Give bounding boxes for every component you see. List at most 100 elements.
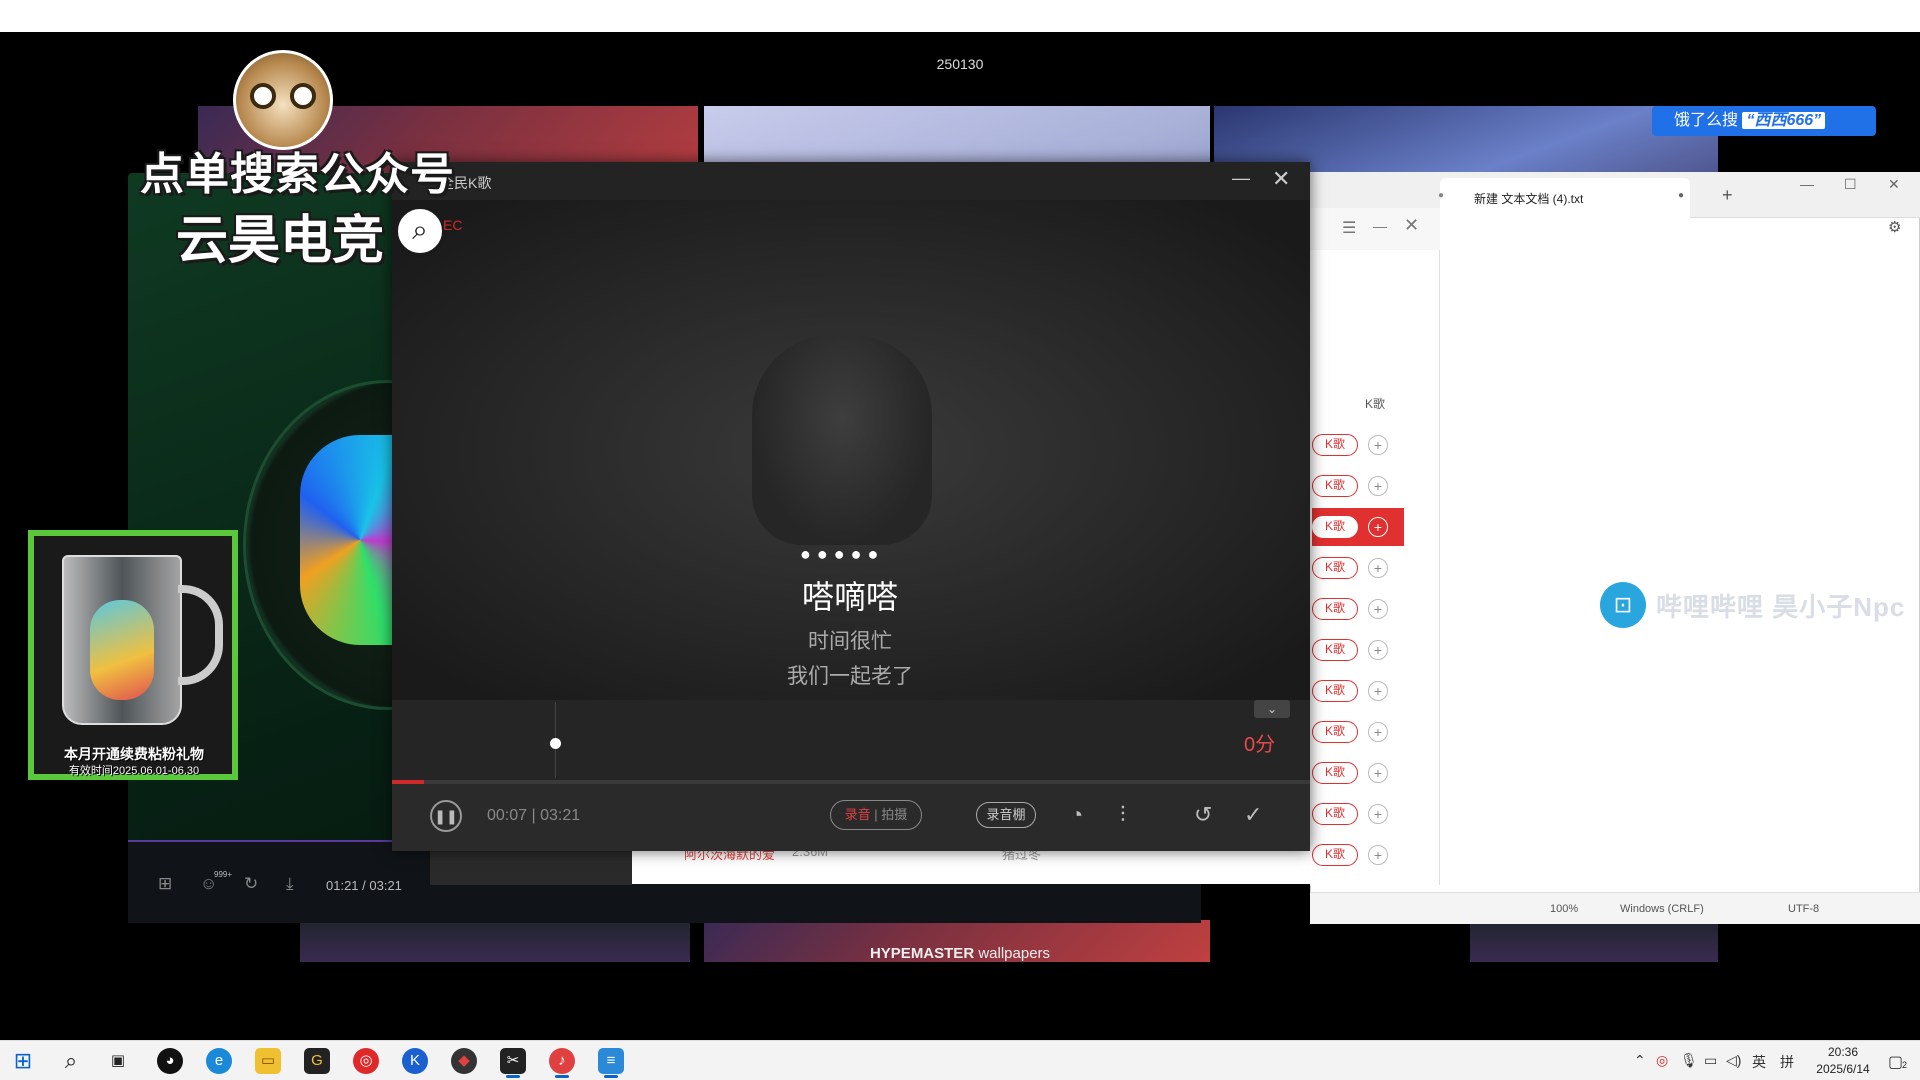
promo-line-2: 云昊电竞 (176, 212, 385, 270)
file-explorer-icon[interactable]: ▭ (255, 1048, 281, 1074)
add-icon[interactable]: + (1368, 599, 1388, 619)
app-g-icon[interactable]: G (304, 1048, 330, 1074)
bilibili-watermark: ⊡ 哔哩哔哩 昊小子Npc (1600, 582, 1905, 628)
menu-icon[interactable]: ☰ (1342, 218, 1356, 238)
song-row: K歌 + (1312, 760, 1402, 788)
k-sing-button[interactable]: K歌 (1312, 516, 1358, 538)
score: 0分 (1244, 734, 1276, 756)
add-icon[interactable]: + (1368, 640, 1388, 660)
add-icon[interactable]: + (1368, 722, 1388, 742)
tray-netease-icon[interactable]: ◎ (1656, 1052, 1668, 1069)
k-sing-button[interactable]: K歌 (1312, 434, 1358, 456)
player-time: 01:21 / 03:21 (326, 878, 402, 893)
add-icon[interactable]: + (1368, 804, 1388, 824)
countdown-dots: ●●●●● (800, 544, 885, 564)
song-row: K歌 + (1312, 596, 1402, 624)
qq-icon[interactable]: ◕ (157, 1048, 183, 1074)
rec-badge: EC (443, 217, 463, 233)
netease-music-icon[interactable]: ◎ (353, 1048, 379, 1074)
add-icon[interactable]: + (1368, 517, 1388, 537)
windows-start-icon[interactable]: ⊞ (10, 1048, 36, 1074)
k-sing-button[interactable]: K歌 (1312, 557, 1358, 579)
add-icon[interactable]: + (1368, 845, 1388, 865)
equalizer-icon[interactable]: ⫶ (1120, 802, 1126, 828)
close-icon[interactable]: ✕ (1888, 176, 1900, 193)
notepad-icon[interactable]: ≡ (598, 1048, 624, 1074)
time-current: 00:07 (487, 807, 528, 824)
microphone-icon[interactable]: 🎙 (1680, 1052, 1698, 1069)
record-audio-option[interactable]: 录音 (845, 807, 871, 822)
add-icon[interactable]: + (1368, 435, 1388, 455)
add-icon[interactable]: + (1368, 681, 1388, 701)
taskbar-clock[interactable]: 20:36 2025/6/14 (1808, 1044, 1878, 1078)
clock-time: 20:36 (1827, 1045, 1859, 1059)
k-sing-button[interactable]: K歌 (1312, 639, 1358, 661)
task-view-icon[interactable]: ▣ (105, 1048, 131, 1074)
minimize-icon[interactable]: — (1800, 176, 1814, 192)
search-tag-highlight: “西西666” (1742, 112, 1826, 129)
k-sing-button[interactable]: K歌 (1312, 475, 1358, 497)
finish-check-icon[interactable]: ✓ (1244, 802, 1262, 828)
taskbar (0, 1040, 1920, 1080)
bilibili-watermark-text: 哔哩哔哩 昊小子Npc (1656, 591, 1906, 622)
karaoke-app-icon[interactable]: ♪ (549, 1048, 575, 1074)
clock-date: 2025/6/14 (1816, 1062, 1870, 1076)
k-sing-button[interactable]: K歌 (1312, 844, 1358, 866)
notification-icon[interactable]: ▢ (1888, 1052, 1903, 1072)
network-icon[interactable]: ▭ (1704, 1052, 1717, 1069)
k-sing-button[interactable]: K歌 (1312, 803, 1358, 825)
share-icon[interactable]: ↻ (244, 874, 258, 894)
k-sing-button[interactable]: K歌 (1312, 598, 1358, 620)
ime-mode[interactable]: 拼 (1780, 1052, 1794, 1072)
pause-button[interactable]: ❚❚ (430, 800, 462, 832)
add-icon[interactable]: + (1368, 558, 1388, 578)
active-indicator (506, 1075, 520, 1078)
download-icon[interactable]: ⤓ (286, 874, 294, 894)
tab-unsaved-dot-icon-2: ● (1438, 190, 1445, 201)
volume-icon[interactable]: ◁) (1726, 1052, 1741, 1069)
k-sing-button[interactable]: K歌 (1312, 721, 1358, 743)
karaoke-close-icon[interactable]: ✕ (1272, 166, 1290, 192)
capcut-icon[interactable]: ✂ (500, 1048, 526, 1074)
record-video-option[interactable]: 拍摄 (881, 807, 907, 822)
tuning-icon[interactable]: ◔ (1070, 802, 1083, 828)
song-row: K歌 + (1312, 678, 1402, 706)
maximize-icon[interactable]: ☐ (1844, 176, 1857, 193)
song-row: K歌 + (1312, 473, 1402, 501)
app-bird-icon[interactable]: ◆ (451, 1048, 477, 1074)
k-sing-button[interactable]: K歌 (1312, 680, 1358, 702)
edge-browser-icon[interactable]: e (206, 1048, 232, 1074)
status-encoding: UTF-8 (1788, 903, 1820, 915)
tray-expand-icon[interactable]: ⌃ (1634, 1052, 1646, 1069)
add-icon[interactable]: + (1368, 476, 1388, 496)
top-bar (0, 0, 1920, 32)
song-row: K歌 + (1312, 432, 1402, 460)
song-row: K歌 + (1312, 555, 1402, 583)
lyric-current: 嗒嘀嗒 (801, 579, 898, 615)
notepad-tab[interactable]: 新建 文本文档 (4).txt (1440, 178, 1690, 218)
playback-time: 00:07 | 03:21 (487, 807, 580, 825)
karaoke-minimize-icon[interactable]: — (1232, 168, 1250, 189)
add-playlist-icon[interactable]: ⊞ (158, 874, 172, 894)
panel-close-icon[interactable]: ✕ (1404, 215, 1419, 236)
lyric-after: 我们一起老了 (787, 665, 913, 688)
settings-gear-icon[interactable]: ⚙ (1888, 218, 1901, 236)
wallpaper-tile-4 (300, 920, 690, 962)
wallpaper-tile-6 (1470, 920, 1718, 962)
tab-unsaved-dot-icon: ● (1678, 190, 1685, 201)
add-icon[interactable]: + (1368, 763, 1388, 783)
panel-minimize-icon[interactable]: — (1373, 218, 1387, 234)
microphone-image (752, 335, 932, 545)
restart-icon[interactable]: ↺ (1194, 802, 1212, 828)
new-tab-icon[interactable]: + (1722, 185, 1733, 206)
search-icon[interactable]: ⌕ (58, 1048, 84, 1074)
song-row: K歌 + (1312, 719, 1402, 747)
kugou-icon[interactable]: K (402, 1048, 428, 1074)
wallpaper-caption-text: wallpapers (974, 945, 1051, 962)
studio-button[interactable]: 录音棚 (976, 802, 1036, 828)
chevron-down-icon[interactable]: ⌄ (1254, 700, 1290, 718)
record-mode-toggle[interactable]: 录音 | 拍摄 (830, 800, 922, 830)
pitch-dot (550, 738, 561, 749)
k-sing-button[interactable]: K歌 (1312, 762, 1358, 784)
ime-language[interactable]: 英 (1752, 1052, 1766, 1072)
